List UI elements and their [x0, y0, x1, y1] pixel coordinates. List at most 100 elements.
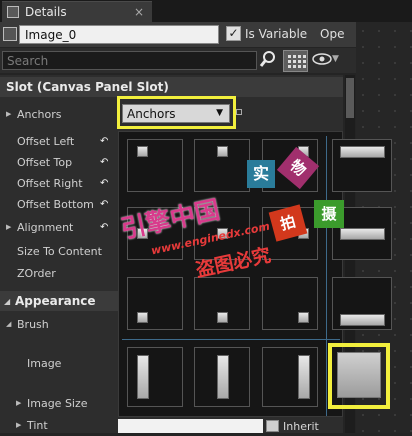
- grid-dot: [394, 142, 396, 144]
- anchor-mark: [217, 355, 229, 399]
- property-row-image-size[interactable]: ▶ Image Size: [0, 393, 120, 414]
- anchors-dropdown-value: Anchors: [127, 107, 176, 121]
- reset-arrow-icon[interactable]: ↶: [100, 222, 110, 233]
- property-label: Offset Left: [17, 135, 75, 148]
- grid-dot: [394, 46, 396, 48]
- anchor-preset-top-stretch[interactable]: [332, 139, 392, 192]
- anchor-mark-full: [337, 352, 381, 398]
- grid-dot: [378, 110, 380, 112]
- property-matrix-button[interactable]: [283, 50, 308, 72]
- expand-arrow-icon[interactable]: ▶: [16, 399, 21, 407]
- slot-section-header[interactable]: Slot (Canvas Panel Slot): [0, 77, 343, 97]
- grid-dot: [394, 206, 396, 208]
- property-label: Offset Right: [17, 177, 83, 190]
- grid-dot: [378, 414, 380, 416]
- anchor-mark: [298, 355, 310, 399]
- search-input[interactable]: Search: [2, 51, 257, 70]
- grid-dot: [394, 190, 396, 192]
- grid-dot: [394, 30, 396, 32]
- property-label: Image: [27, 357, 62, 370]
- anchor-preset-bottom-left[interactable]: [127, 277, 183, 330]
- watermark-badge: 实: [247, 160, 275, 188]
- grid-dot: [378, 334, 380, 336]
- appearance-section-header[interactable]: ◢ Appearance: [0, 291, 120, 311]
- anchor-preset-top-left[interactable]: [127, 139, 183, 192]
- property-row-alignment[interactable]: ▶ Alignment ↶: [0, 217, 120, 238]
- search-icon[interactable]: [258, 50, 278, 70]
- anchor-preset-vertical-stretch[interactable]: [194, 347, 250, 407]
- expand-arrow-icon[interactable]: ▶: [16, 421, 21, 429]
- property-row-image: Image: [0, 353, 120, 374]
- collapse-arrow-icon[interactable]: ◢: [4, 297, 10, 306]
- grid-dot: [378, 94, 380, 96]
- scrollbar-thumb[interactable]: [346, 78, 354, 118]
- grid-dot: [362, 334, 364, 336]
- grid-dot: [394, 94, 396, 96]
- widget-icon: [3, 27, 17, 41]
- grid-dot: [394, 126, 396, 128]
- property-label: Tint: [27, 419, 48, 432]
- anchor-mark: [137, 355, 149, 399]
- anchor-mark: [137, 146, 148, 157]
- chevron-down-icon[interactable]: ▼: [332, 54, 339, 64]
- grid-dot: [378, 78, 380, 80]
- grid-dot: [394, 158, 396, 160]
- grid-dot: [362, 30, 364, 32]
- inherit-checkbox[interactable]: [266, 420, 279, 432]
- open-button[interactable]: Ope: [320, 27, 344, 41]
- expand-arrow-icon[interactable]: ▶: [6, 110, 11, 118]
- grid-dot: [378, 270, 380, 272]
- anchor-mark: [340, 228, 385, 240]
- anchor-mark: [340, 146, 385, 158]
- eye-icon[interactable]: [312, 52, 332, 68]
- grid-dot: [378, 30, 380, 32]
- anchor-preset-bottom-center[interactable]: [194, 277, 250, 330]
- tint-color-field[interactable]: [118, 419, 263, 433]
- inherit-label: Inherit: [283, 420, 319, 433]
- collapse-arrow-icon[interactable]: ◢: [6, 320, 11, 328]
- reset-arrow-icon[interactable]: ↶: [100, 178, 110, 189]
- grid-dot: [394, 110, 396, 112]
- property-label: Brush: [17, 318, 49, 331]
- slot-section-title: Slot (Canvas Panel Slot): [6, 80, 169, 94]
- property-label: Image Size: [27, 397, 88, 410]
- grid-dot: [394, 270, 396, 272]
- expand-arrow-icon[interactable]: ▶: [6, 223, 11, 231]
- is-variable-checkbox[interactable]: ✓: [226, 26, 241, 41]
- anchor-preset-left-stretch[interactable]: [127, 347, 183, 407]
- grid-dot: [394, 302, 396, 304]
- property-row-offset-left: Offset Left ↶: [0, 131, 120, 152]
- grid-dot: [362, 414, 364, 416]
- anchor-preset-bottom-stretch[interactable]: [332, 277, 392, 330]
- property-label: Size To Content: [17, 245, 102, 258]
- anchor-mark: [217, 146, 228, 157]
- anchor-preview-icon: [236, 109, 242, 115]
- property-row-anchors[interactable]: ▶ Anchors: [0, 104, 120, 125]
- grid-dot: [394, 62, 396, 64]
- widget-name-input[interactable]: Image_0: [19, 25, 219, 44]
- grid-dot: [362, 78, 364, 80]
- anchor-mark: [217, 312, 228, 323]
- anchor-preset-top-center[interactable]: [194, 139, 250, 192]
- anchors-dropdown[interactable]: Anchors ▼: [122, 104, 230, 123]
- grid-dot: [362, 46, 364, 48]
- grid-dot: [394, 286, 396, 288]
- close-icon[interactable]: ×: [134, 5, 144, 19]
- property-label: Offset Top: [17, 156, 73, 169]
- reset-arrow-icon[interactable]: ↶: [100, 157, 110, 168]
- reset-arrow-icon[interactable]: ↶: [100, 136, 110, 147]
- details-icon: [7, 6, 19, 18]
- anchor-mark: [340, 314, 385, 326]
- tab-title: Details: [25, 5, 67, 19]
- guide-line-vertical: [326, 136, 327, 416]
- property-row-brush[interactable]: ◢ Brush: [0, 314, 120, 335]
- grid-dot: [362, 62, 364, 64]
- grid-dot: [362, 270, 364, 272]
- anchor-preset-right-stretch[interactable]: [262, 347, 318, 407]
- grid-dot: [362, 110, 364, 112]
- reset-arrow-icon[interactable]: ↶: [100, 199, 110, 210]
- anchor-preset-bottom-right[interactable]: [262, 277, 318, 330]
- property-row-zorder: ZOrder: [0, 263, 120, 284]
- property-row-offset-right: Offset Right ↶: [0, 173, 120, 194]
- tab-details[interactable]: Details ×: [2, 1, 152, 22]
